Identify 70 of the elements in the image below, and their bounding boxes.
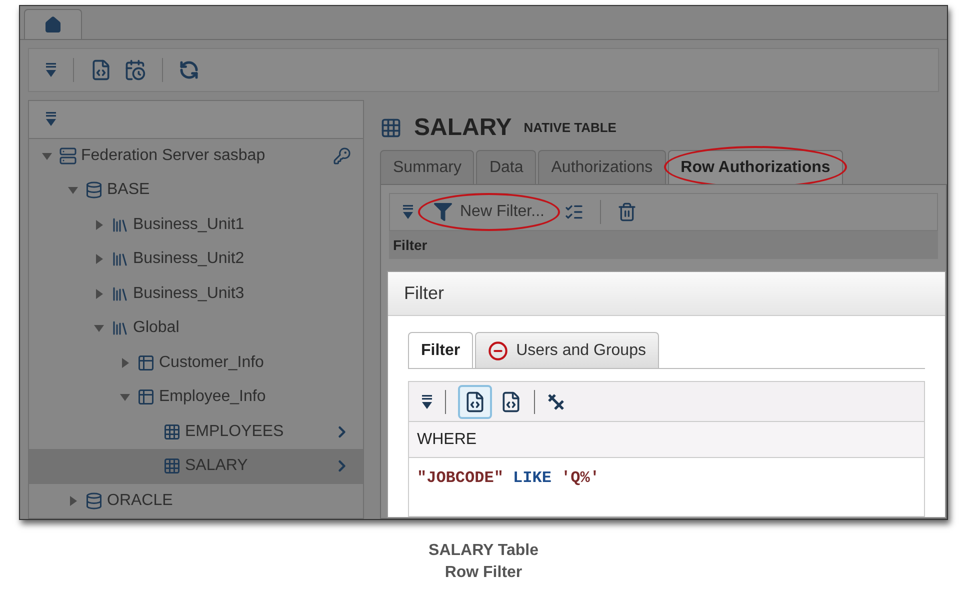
collapsed-arrow-icon[interactable] — [120, 358, 130, 368]
table-icon — [163, 457, 181, 476]
collapsed-arrow-icon[interactable] — [94, 254, 104, 264]
tab[interactable]: Authorizations — [538, 150, 666, 184]
clause-label: WHERE — [409, 422, 924, 458]
library-icon — [111, 250, 129, 268]
tree-label: Business_Unit3 — [133, 284, 244, 304]
tree-label: ORACLE — [107, 490, 173, 511]
tab[interactable]: Data — [476, 150, 536, 184]
sql-code[interactable]: "JOBCODE" LIKE 'Q%' — [409, 458, 924, 516]
sql-file-icon — [464, 390, 486, 412]
tree-item[interactable]: ORACLE — [29, 484, 363, 518]
table-folder-icon — [137, 388, 155, 406]
refresh-icon[interactable] — [179, 60, 199, 80]
table-type: NATIVE TABLE — [524, 119, 616, 138]
table-folder-icon — [137, 354, 155, 372]
tree-item[interactable]: Employee_Info — [29, 380, 363, 414]
tree-item[interactable]: Customer_Info — [29, 346, 363, 380]
tree-item[interactable]: Business_Unit3 — [29, 276, 363, 311]
tree-label: Customer_Info — [159, 352, 264, 373]
server-icon — [59, 146, 77, 165]
library-icon — [111, 284, 129, 303]
library-icon — [111, 216, 129, 234]
delete-icon[interactable] — [617, 202, 638, 222]
expanded-arrow-icon[interactable] — [42, 150, 52, 161]
library-icon — [111, 319, 129, 338]
database-icon — [85, 181, 103, 200]
tree-label: Business_Unit1 — [133, 214, 244, 235]
expanded-arrow-icon[interactable] — [120, 392, 130, 402]
home-tab[interactable] — [24, 9, 82, 39]
tree-item[interactable]: Business_Unit2 — [29, 242, 363, 276]
table-icon — [380, 117, 402, 139]
collapsed-arrow-icon[interactable] — [68, 496, 78, 506]
database-icon — [85, 492, 103, 510]
table-icon — [163, 422, 181, 441]
tree-label: Employee_Info — [159, 387, 266, 408]
tree-label: Federation Server sasbap — [81, 146, 266, 166]
tree-label: BASE — [107, 180, 150, 200]
tree-item[interactable]: EMPLOYEES — [29, 414, 363, 449]
collapse-icon[interactable] — [421, 394, 433, 410]
column-header: Filter — [389, 231, 938, 259]
tree-label: EMPLOYEES — [185, 422, 284, 442]
dialog-tab[interactable]: Filter — [408, 332, 474, 368]
caption: Row Filter — [444, 563, 522, 583]
tree-item[interactable]: BASE — [29, 173, 363, 208]
caption: SALARY Table — [428, 541, 538, 561]
collapsed-arrow-icon[interactable] — [94, 288, 104, 299]
tree-item[interactable]: Business_Unit1 — [29, 208, 363, 242]
calendar-clock-icon[interactable] — [124, 59, 146, 81]
collapsed-arrow-icon[interactable] — [94, 220, 104, 230]
tree-item[interactable]: SALARY — [29, 449, 363, 484]
expanded-arrow-icon[interactable] — [94, 323, 104, 334]
clear-icon[interactable] — [547, 392, 565, 410]
tree-label: Business_Unit2 — [133, 249, 244, 270]
new-filter-button[interactable]: New Filter... — [426, 197, 552, 227]
sql-view-toggle[interactable] — [458, 384, 492, 418]
dialog-tab[interactable]: Users and Groups — [475, 332, 659, 368]
home-icon — [44, 16, 62, 34]
funnel-icon — [434, 203, 452, 221]
tree-label: Global — [133, 318, 180, 338]
tree-item[interactable]: Global — [29, 311, 363, 346]
tree-label: SALARY — [185, 456, 248, 476]
dialog-title: Filter — [388, 272, 945, 316]
error-icon — [488, 340, 508, 360]
sql-file-icon[interactable] — [90, 59, 112, 81]
tree-item[interactable]: Federation Server sasbap — [29, 138, 363, 173]
expanded-arrow-icon[interactable] — [68, 185, 78, 196]
tab[interactable]: Row Authorizations — [668, 150, 844, 184]
tab[interactable]: Summary — [380, 150, 474, 184]
table-title: SALARY — [414, 113, 512, 143]
